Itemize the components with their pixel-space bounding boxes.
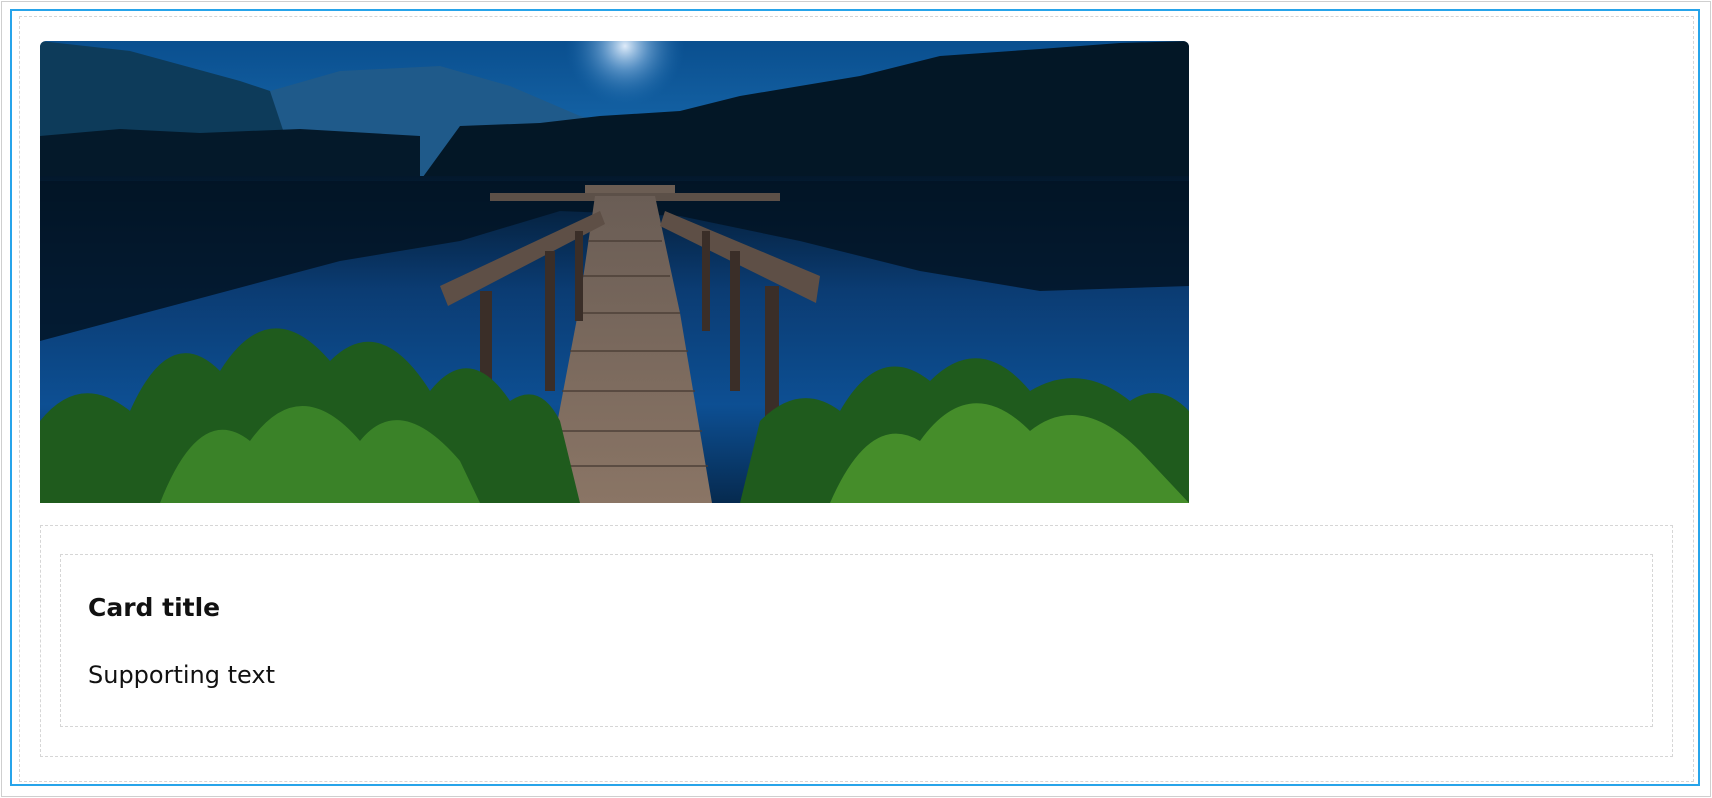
card-media-image [40, 41, 1189, 503]
card-body [60, 554, 1653, 727]
card-title: Card title [88, 593, 221, 622]
lake-dock-night-image [40, 41, 1189, 503]
card-supporting-text: Supporting text [88, 661, 275, 689]
